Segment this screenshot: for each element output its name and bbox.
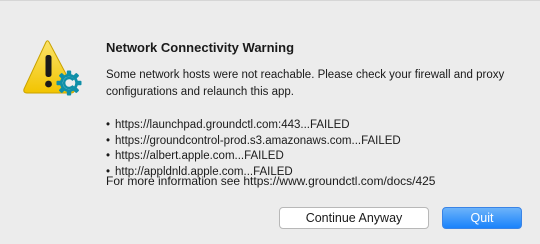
dialog-title: Network Connectivity Warning: [106, 40, 295, 55]
alert-dialog: Network Connectivity Warning Some networ…: [0, 0, 540, 244]
list-item: • https://albert.apple.com...FAILED: [106, 149, 526, 165]
more-info-text: For more information see https://www.gro…: [106, 174, 436, 188]
dialog-content: Network Connectivity Warning Some networ…: [106, 41, 526, 180]
list-item: • https://launchpad.groundctl.com:443...F…: [106, 118, 526, 134]
bullet: •: [106, 150, 111, 162]
dialog-message: Some network hosts were not reachable. P…: [106, 69, 505, 98]
bullet: •: [106, 119, 111, 131]
continue-anyway-button[interactable]: Continue Anyway: [279, 207, 429, 229]
gear-badge-icon: [56, 70, 82, 96]
warning-icon: [23, 40, 82, 96]
host-status: https://albert.apple.com...FAILED: [115, 150, 284, 162]
host-status: https://launchpad.groundctl.com:443...FA…: [115, 119, 350, 131]
list-item: • https://groundcontrol-prod.s3.amazonaws…: [106, 134, 526, 150]
host-status: https://groundcontrol-prod.s3.amazonaws.…: [115, 134, 401, 147]
bullet: •: [106, 134, 111, 147]
failed-host-list: • https://launchpad.groundctl.com:443...F…: [106, 118, 526, 180]
quit-button[interactable]: Quit: [442, 207, 522, 229]
